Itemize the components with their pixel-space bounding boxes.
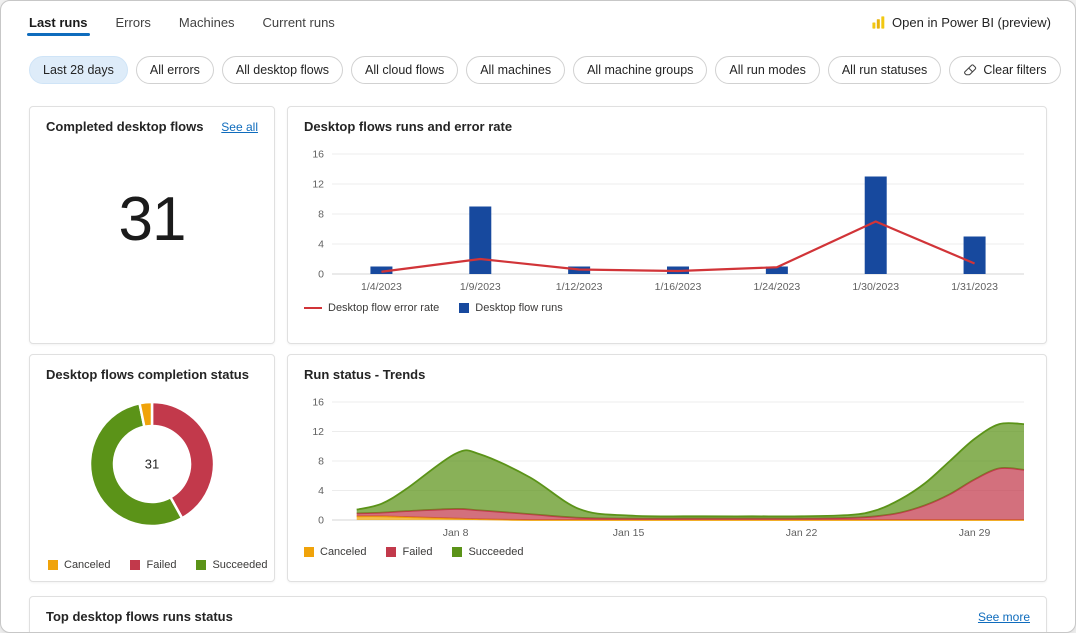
legend-label: Failed bbox=[402, 546, 432, 558]
legend-swatch-desktop-flow-runs bbox=[459, 303, 469, 313]
svg-text:1/9/2023: 1/9/2023 bbox=[460, 281, 501, 293]
see-more-link[interactable]: See more bbox=[978, 610, 1030, 624]
legend-item-succeeded: Succeeded bbox=[196, 559, 267, 571]
legend-item-failed: Failed bbox=[386, 546, 432, 558]
legend-swatch-failed bbox=[386, 547, 396, 557]
completed-flows-count: 31 bbox=[30, 184, 274, 255]
tab-current-runs[interactable]: Current runs bbox=[263, 1, 335, 43]
svg-text:1/4/2023: 1/4/2023 bbox=[361, 281, 402, 293]
filter-bar: Last 28 days All errors All desktop flows A… bbox=[1, 56, 1075, 84]
card-run-status-trends: Run status - Trends 0 4 8 12 16 Jan 8 Jan 15 Ja… bbox=[287, 354, 1047, 582]
card-top-desktop-flows: Top desktop flows runs status See more bbox=[29, 596, 1047, 633]
svg-text:4: 4 bbox=[318, 239, 324, 251]
card-title: Completed desktop flows bbox=[46, 119, 203, 134]
legend-item-canceled: Canceled bbox=[304, 546, 366, 558]
legend-item-succeeded: Succeeded bbox=[452, 546, 523, 558]
tab-machines[interactable]: Machines bbox=[179, 1, 235, 43]
legend-item-desktop-flow-error-rate: Desktop flow error rate bbox=[304, 302, 439, 314]
svg-text:16: 16 bbox=[312, 397, 324, 409]
completion-status-donut-chart: 31 bbox=[52, 390, 252, 542]
svg-text:8: 8 bbox=[318, 209, 324, 221]
svg-text:1/24/2023: 1/24/2023 bbox=[754, 281, 801, 293]
svg-text:0: 0 bbox=[318, 515, 324, 527]
svg-text:1/30/2023: 1/30/2023 bbox=[852, 281, 899, 293]
card-completed-desktop-flows: Completed desktop flows See all 31 bbox=[29, 106, 275, 344]
clear-filters-button[interactable]: Clear filters bbox=[949, 56, 1060, 84]
legend-label: Failed bbox=[146, 559, 176, 571]
legend-swatch-failed bbox=[130, 560, 140, 570]
runs-error-rate-chart: 0 4 8 12 16 1/4/2023 1/9/2023 1/12/2023 1/16/202… bbox=[296, 144, 1038, 296]
card-header: Completed desktop flows See all bbox=[30, 107, 274, 142]
legend-swatch-canceled bbox=[48, 560, 58, 570]
legend-label: Succeeded bbox=[212, 559, 267, 571]
open-in-power-bi-button[interactable]: Open in Power BI (preview) bbox=[871, 15, 1051, 30]
see-all-link[interactable]: See all bbox=[221, 120, 258, 134]
card-runs-and-error-rate: Desktop flows runs and error rate 0 4 8 12 1… bbox=[287, 106, 1047, 344]
svg-text:12: 12 bbox=[312, 426, 324, 438]
svg-text:0: 0 bbox=[318, 269, 324, 281]
run-status-trends-chart: 0 4 8 12 16 Jan 8 Jan 15 Jan 22 Jan 29 bbox=[296, 392, 1038, 540]
card-title: Desktop flows runs and error rate bbox=[304, 119, 512, 134]
filter-pill-all-desktop-flows[interactable]: All desktop flows bbox=[222, 56, 343, 84]
run-status-trends-legend: Canceled Failed Succeeded bbox=[288, 540, 1046, 558]
filter-pill-all-cloud-flows[interactable]: All cloud flows bbox=[351, 56, 458, 84]
tab-last-runs[interactable]: Last runs bbox=[29, 1, 88, 43]
filter-pill-all-machines[interactable]: All machines bbox=[466, 56, 565, 84]
svg-text:Jan 15: Jan 15 bbox=[613, 527, 645, 539]
svg-text:12: 12 bbox=[312, 179, 324, 191]
dashboard-content: Completed desktop flows See all 31 Deskt… bbox=[1, 106, 1075, 633]
legend-item-desktop-flow-runs: Desktop flow runs bbox=[459, 302, 562, 314]
filter-pill-last-28-days[interactable]: Last 28 days bbox=[29, 56, 128, 84]
card-header: Top desktop flows runs status See more bbox=[30, 597, 1046, 632]
legend-swatch-desktop-flow-error-rate bbox=[304, 307, 322, 310]
filter-pill-all-errors[interactable]: All errors bbox=[136, 56, 214, 84]
filter-pill-all-machine-groups[interactable]: All machine groups bbox=[573, 56, 707, 84]
svg-text:Jan 22: Jan 22 bbox=[786, 527, 818, 539]
card-header: Desktop flows completion status bbox=[30, 355, 274, 390]
card-title: Desktop flows completion status bbox=[46, 367, 249, 382]
filter-pill-all-run-modes[interactable]: All run modes bbox=[715, 56, 819, 84]
svg-text:Jan 29: Jan 29 bbox=[959, 527, 991, 539]
card-header: Desktop flows runs and error rate bbox=[288, 107, 1046, 142]
svg-text:31: 31 bbox=[145, 457, 159, 472]
legend-label: Canceled bbox=[64, 559, 110, 571]
svg-text:8: 8 bbox=[318, 456, 324, 468]
legend-label: Canceled bbox=[320, 546, 366, 558]
card-completion-status: Desktop flows completion status 31 Cance… bbox=[29, 354, 275, 582]
row-bottom: Top desktop flows runs status See more bbox=[29, 596, 1047, 633]
desktop-flows-monitor-dashboard: Last runs Errors Machines Current runs Open… bbox=[0, 0, 1076, 633]
svg-text:1/16/2023: 1/16/2023 bbox=[655, 281, 702, 293]
clear-filters-label: Clear filters bbox=[983, 63, 1046, 77]
row-middle: Desktop flows completion status 31 Cance… bbox=[29, 354, 1047, 582]
svg-text:1/31/2023: 1/31/2023 bbox=[951, 281, 998, 293]
tab-bar: Last runs Errors Machines Current runs Open… bbox=[1, 1, 1075, 43]
power-bi-icon bbox=[871, 15, 886, 30]
legend-label: Succeeded bbox=[468, 546, 523, 558]
svg-text:16: 16 bbox=[312, 149, 324, 161]
svg-text:Jan 8: Jan 8 bbox=[443, 527, 469, 539]
legend-swatch-succeeded bbox=[196, 560, 206, 570]
card-title: Run status - Trends bbox=[304, 367, 425, 382]
completion-status-legend: Canceled Failed Succeeded bbox=[32, 559, 284, 571]
eraser-icon bbox=[963, 63, 977, 77]
legend-swatch-succeeded bbox=[452, 547, 462, 557]
runs-error-rate-legend: Desktop flow error rate Desktop flow runs bbox=[288, 296, 1046, 314]
svg-text:1/12/2023: 1/12/2023 bbox=[556, 281, 603, 293]
row-top: Completed desktop flows See all 31 Deskt… bbox=[29, 106, 1047, 344]
tabs: Last runs Errors Machines Current runs bbox=[29, 1, 363, 43]
filter-pill-all-run-statuses[interactable]: All run statuses bbox=[828, 56, 941, 84]
card-title: Top desktop flows runs status bbox=[46, 609, 233, 624]
legend-item-failed: Failed bbox=[130, 559, 176, 571]
tab-errors[interactable]: Errors bbox=[116, 1, 151, 43]
legend-label: Desktop flow error rate bbox=[328, 302, 439, 314]
card-header: Run status - Trends bbox=[288, 355, 1046, 390]
open-in-power-bi-label: Open in Power BI (preview) bbox=[892, 15, 1051, 30]
legend-label: Desktop flow runs bbox=[475, 302, 562, 314]
legend-swatch-canceled bbox=[304, 547, 314, 557]
legend-item-canceled: Canceled bbox=[48, 559, 110, 571]
svg-text:4: 4 bbox=[318, 485, 324, 497]
